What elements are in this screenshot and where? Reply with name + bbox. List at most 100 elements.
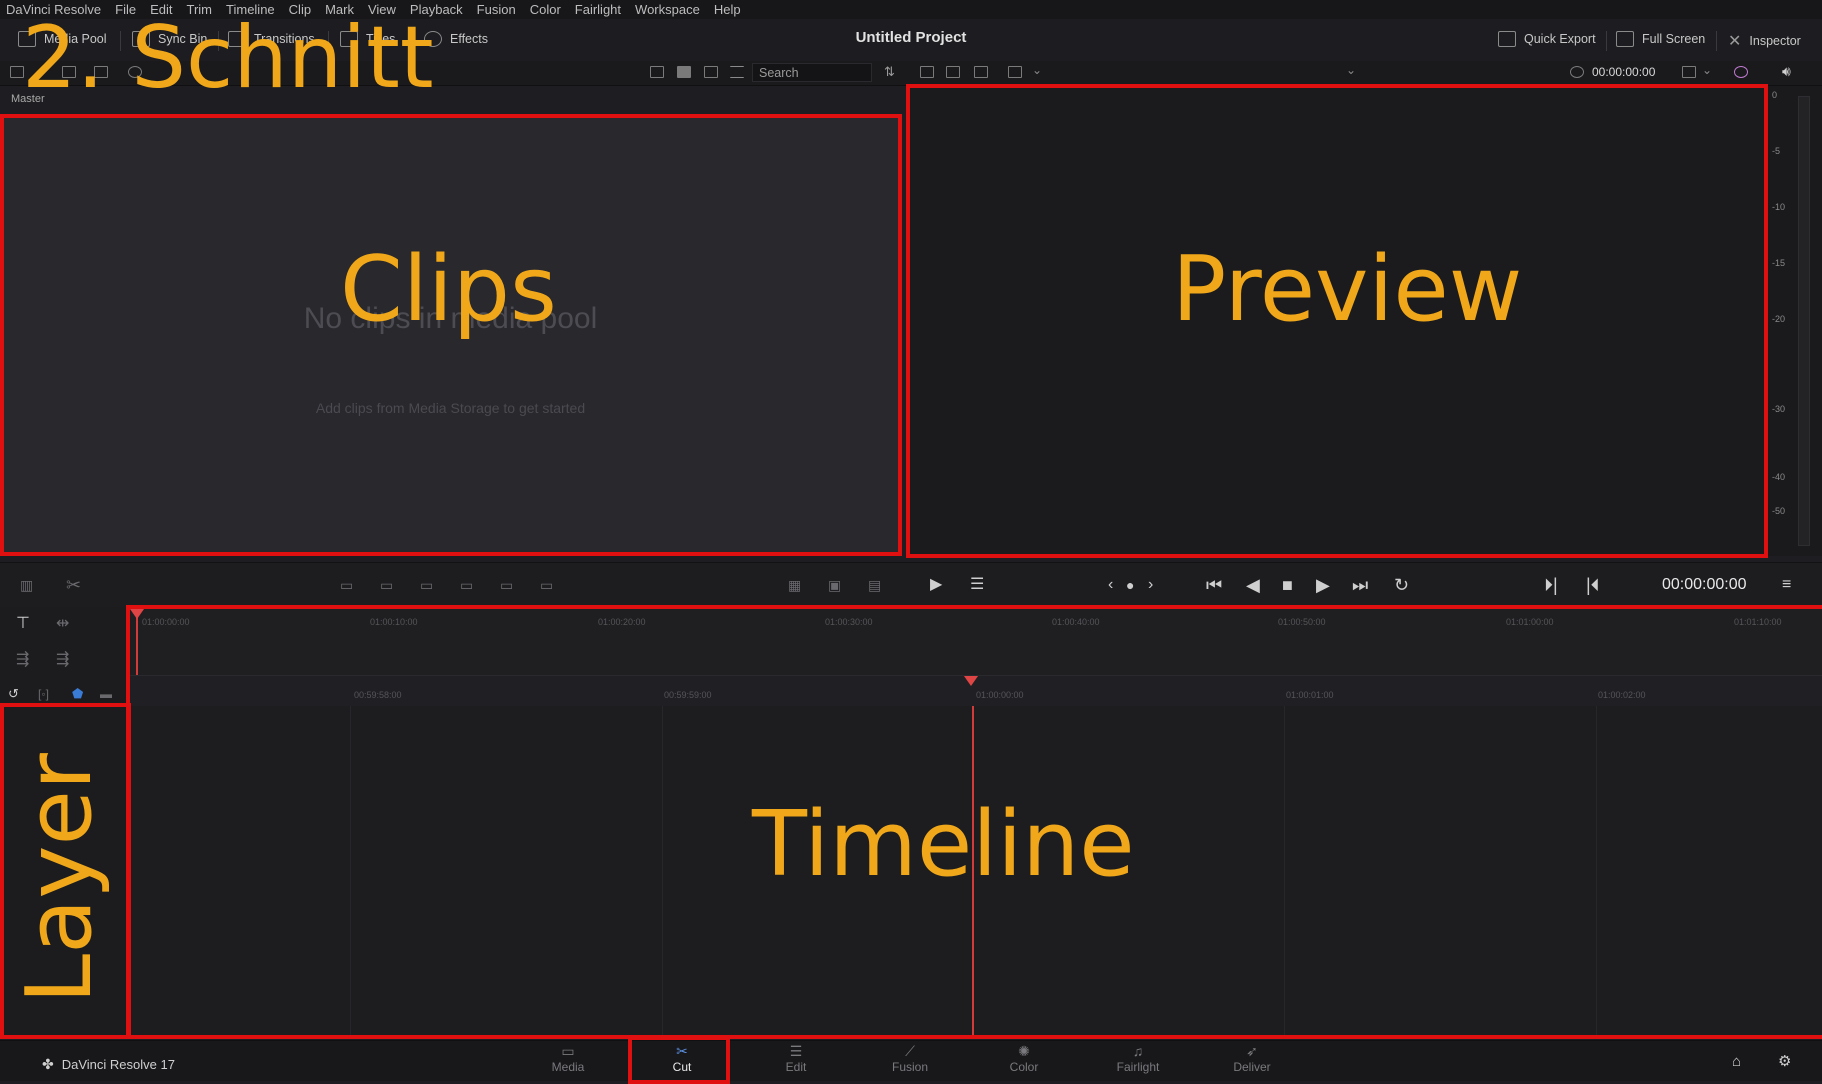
viewer-settings-icon[interactable]: ☰ (970, 576, 984, 594)
menu-app[interactable]: DaVinci Resolve (0, 2, 108, 17)
timeline-playhead[interactable] (972, 706, 974, 1036)
bin-label[interactable]: Master (11, 93, 45, 105)
split-icon[interactable]: ⇹ (56, 615, 69, 633)
options-menu-icon[interactable]: ≡ (1782, 576, 1791, 594)
inspector-button[interactable]: ✕ Inspector (1728, 31, 1801, 51)
upper-playhead[interactable] (136, 615, 138, 675)
meter-tick: -30 (1772, 404, 1786, 414)
search-input[interactable] (752, 63, 872, 82)
menu-edit[interactable]: Edit (143, 2, 179, 17)
quick-export-button[interactable]: Quick Export (1498, 31, 1596, 47)
sort-icon[interactable]: ⇅ (884, 65, 898, 78)
page-tab-media[interactable]: ▭ Media (528, 1044, 608, 1074)
preview-viewer[interactable] (908, 86, 1764, 556)
transitions-button[interactable]: Transitions (228, 31, 315, 47)
jog-dot-icon[interactable]: ● (1126, 576, 1134, 594)
cut-page-icon: ✂ (676, 1043, 688, 1059)
stop-icon[interactable]: ■ (1282, 576, 1293, 594)
menu-view[interactable]: View (361, 2, 403, 17)
viewer-mode-icon-3[interactable] (974, 66, 988, 78)
layer-panel[interactable] (2, 706, 126, 1036)
zoom-chevron-icon[interactable]: ⌄ (1702, 63, 1712, 77)
list-view-icon[interactable] (730, 66, 744, 78)
mark-in-icon[interactable]: ⏵| (1544, 576, 1558, 594)
media-pool-button[interactable]: Media Pool (18, 31, 107, 47)
chevron-down-icon[interactable]: ⌄ (1032, 63, 1042, 77)
source-tape-icon[interactable]: ▶ (930, 576, 942, 594)
flag-icon[interactable]: ▬ (100, 685, 112, 703)
page-tab-edit[interactable]: ☰ Edit (756, 1044, 836, 1074)
smart-insert-edit-icon[interactable]: ▭ (340, 576, 353, 594)
lower-playhead-marker[interactable] (964, 676, 978, 686)
metadata-view-icon[interactable] (704, 66, 718, 78)
page-tab-color[interactable]: ✺ Color (984, 1044, 1064, 1074)
menu-mark[interactable]: Mark (318, 2, 361, 17)
scissors-icon[interactable]: ✂ (66, 576, 81, 594)
go-to-end-icon[interactable]: ⏭ (1352, 576, 1368, 594)
append-icon[interactable]: ▭ (380, 576, 393, 594)
ripple-overwrite-icon[interactable]: ▭ (420, 576, 433, 594)
import-media-icon[interactable] (62, 66, 76, 78)
loop-icon[interactable]: ↻ (1394, 576, 1409, 594)
snapping-icon[interactable]: ↺ (8, 685, 19, 703)
safe-area-icon[interactable] (1008, 66, 1022, 78)
menu-fusion[interactable]: Fusion (470, 2, 523, 17)
thumbnail-view-icon[interactable] (677, 66, 691, 78)
viewer-mode-icon-2[interactable] (946, 66, 960, 78)
page-tab-fusion[interactable]: ⟋ Fusion (870, 1044, 950, 1074)
menu-fairlight[interactable]: Fairlight (568, 2, 628, 17)
effects-button[interactable]: Effects (424, 31, 488, 47)
strip-view-icon[interactable] (650, 66, 664, 78)
viewer-dropdown-chevron-icon[interactable]: ⌄ (1346, 63, 1356, 77)
home-icon[interactable]: ⌂ (1732, 1053, 1741, 1071)
import-folder-icon[interactable] (94, 66, 108, 78)
sync-icon[interactable] (128, 66, 142, 78)
menu-help[interactable]: Help (707, 2, 748, 17)
menu-color[interactable]: Color (523, 2, 568, 17)
timeline-upper-ruler[interactable]: 01:00:00:00 01:00:10:00 01:00:20:00 01:0… (128, 607, 1822, 676)
gear-icon[interactable]: ⚙ (1778, 1053, 1791, 1071)
play-reverse-icon[interactable]: ◀ (1246, 576, 1260, 594)
overlay-view-icon[interactable]: ▣ (828, 576, 841, 594)
marker-icon[interactable]: ⬟ (72, 685, 83, 703)
jog-left-icon[interactable]: ‹ (1108, 576, 1113, 594)
full-screen-button[interactable]: Full Screen (1616, 31, 1705, 47)
trim-view-icon[interactable]: ▦ (788, 576, 801, 594)
mark-out-icon[interactable]: |⏴ (1586, 576, 1600, 594)
timeline-tracks[interactable] (128, 706, 1822, 1036)
menu-playback[interactable]: Playback (403, 2, 470, 17)
jog-right-icon[interactable]: › (1148, 576, 1153, 594)
meter-tick: -5 (1772, 146, 1781, 156)
audio-view-icon[interactable]: ▤ (868, 576, 881, 594)
smart-insert-icon[interactable]: ▥ (20, 576, 33, 594)
menu-timeline[interactable]: Timeline (219, 2, 282, 17)
page-tab-cut[interactable]: ✂ Cut (642, 1044, 722, 1074)
source-overwrite-icon[interactable]: ▭ (540, 576, 553, 594)
quick-export-label: Quick Export (1524, 32, 1596, 46)
lock-track-icon[interactable]: ⊤ (16, 615, 30, 633)
page-tab-fairlight[interactable]: ♫ Fairlight (1098, 1044, 1178, 1074)
zoom-icon[interactable] (1682, 66, 1696, 78)
go-to-start-icon[interactable]: ⏮ (1206, 576, 1222, 594)
timeline-lower-ruler[interactable]: 00:59:58:00 00:59:59:00 01:00:00:00 01:0… (128, 676, 1822, 706)
page-tab-deliver[interactable]: ➶ Deliver (1212, 1044, 1292, 1074)
menu-workspace[interactable]: Workspace (628, 2, 707, 17)
menu-clip[interactable]: Clip (282, 2, 318, 17)
panel-toggle-icon[interactable] (10, 66, 24, 78)
place-on-top-icon[interactable]: ▭ (500, 576, 513, 594)
audio-track-icon[interactable]: ⇶ (56, 651, 69, 669)
link-icon[interactable]: [◦] (38, 685, 49, 703)
titles-button[interactable]: Titles (340, 31, 395, 47)
menu-trim[interactable]: Trim (180, 2, 220, 17)
lower-ruler-label: 01:00:02:00 (1598, 690, 1646, 700)
insert-track-icon[interactable]: ⇶ (16, 651, 29, 669)
main-toolbar: Media Pool Sync Bin Transitions Titles E… (0, 19, 1822, 62)
menu-file[interactable]: File (108, 2, 143, 17)
viewer-mode-icon-1[interactable] (920, 66, 934, 78)
close-up-icon[interactable]: ▭ (460, 576, 473, 594)
sync-bin-button[interactable]: Sync Bin (132, 31, 207, 47)
color-icon[interactable] (1734, 66, 1748, 78)
media-pool-panel[interactable]: No clips in media pool Add clips from Me… (2, 117, 899, 552)
play-icon[interactable]: ▶ (1316, 576, 1330, 594)
speaker-icon[interactable]: 🔊︎ (1782, 63, 1791, 80)
